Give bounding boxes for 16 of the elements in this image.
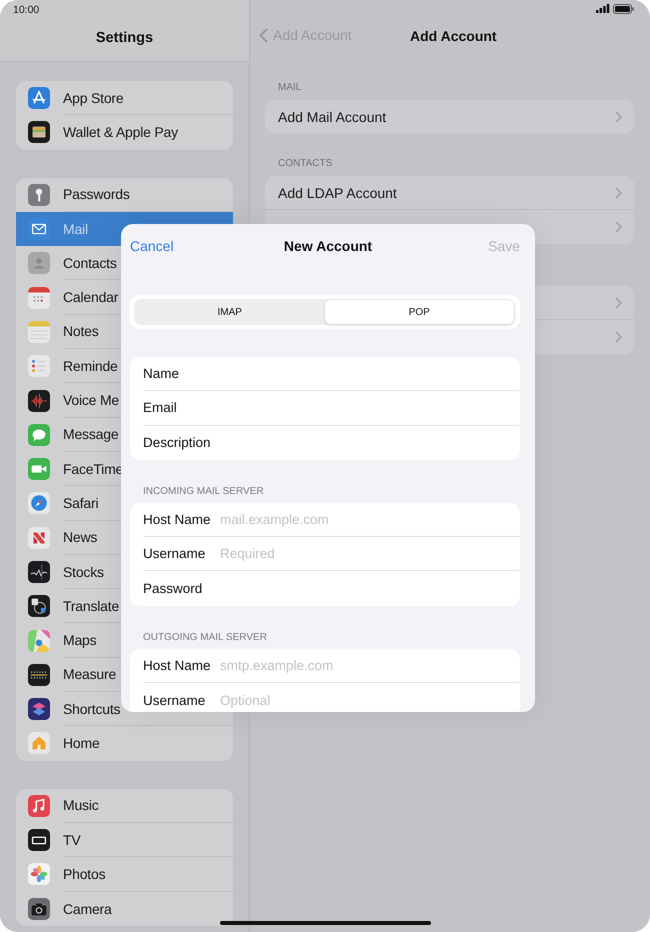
field-label: Description	[143, 435, 212, 450]
field-label: Username	[143, 692, 206, 708]
field-label: Name	[143, 366, 180, 382]
section-header: MAIL	[277, 81, 302, 95]
field-label: Username	[143, 546, 206, 562]
field-label: Password	[143, 581, 204, 596]
sidebar-title: Settings	[94, 30, 154, 46]
sheet-title: New Account	[284, 238, 372, 254]
field-label: Host Name	[143, 658, 212, 673]
section-header: CONTACTS	[277, 157, 334, 171]
section-header: INCOMING MAIL SERVER	[142, 484, 265, 499]
page-title: Add Account	[410, 28, 497, 44]
section-header: OUTGOING MAIL SERVER	[142, 630, 268, 645]
field-label: Email	[143, 400, 178, 416]
field-label: Host Name	[143, 512, 212, 528]
status-time: 10:00	[13, 4, 40, 16]
